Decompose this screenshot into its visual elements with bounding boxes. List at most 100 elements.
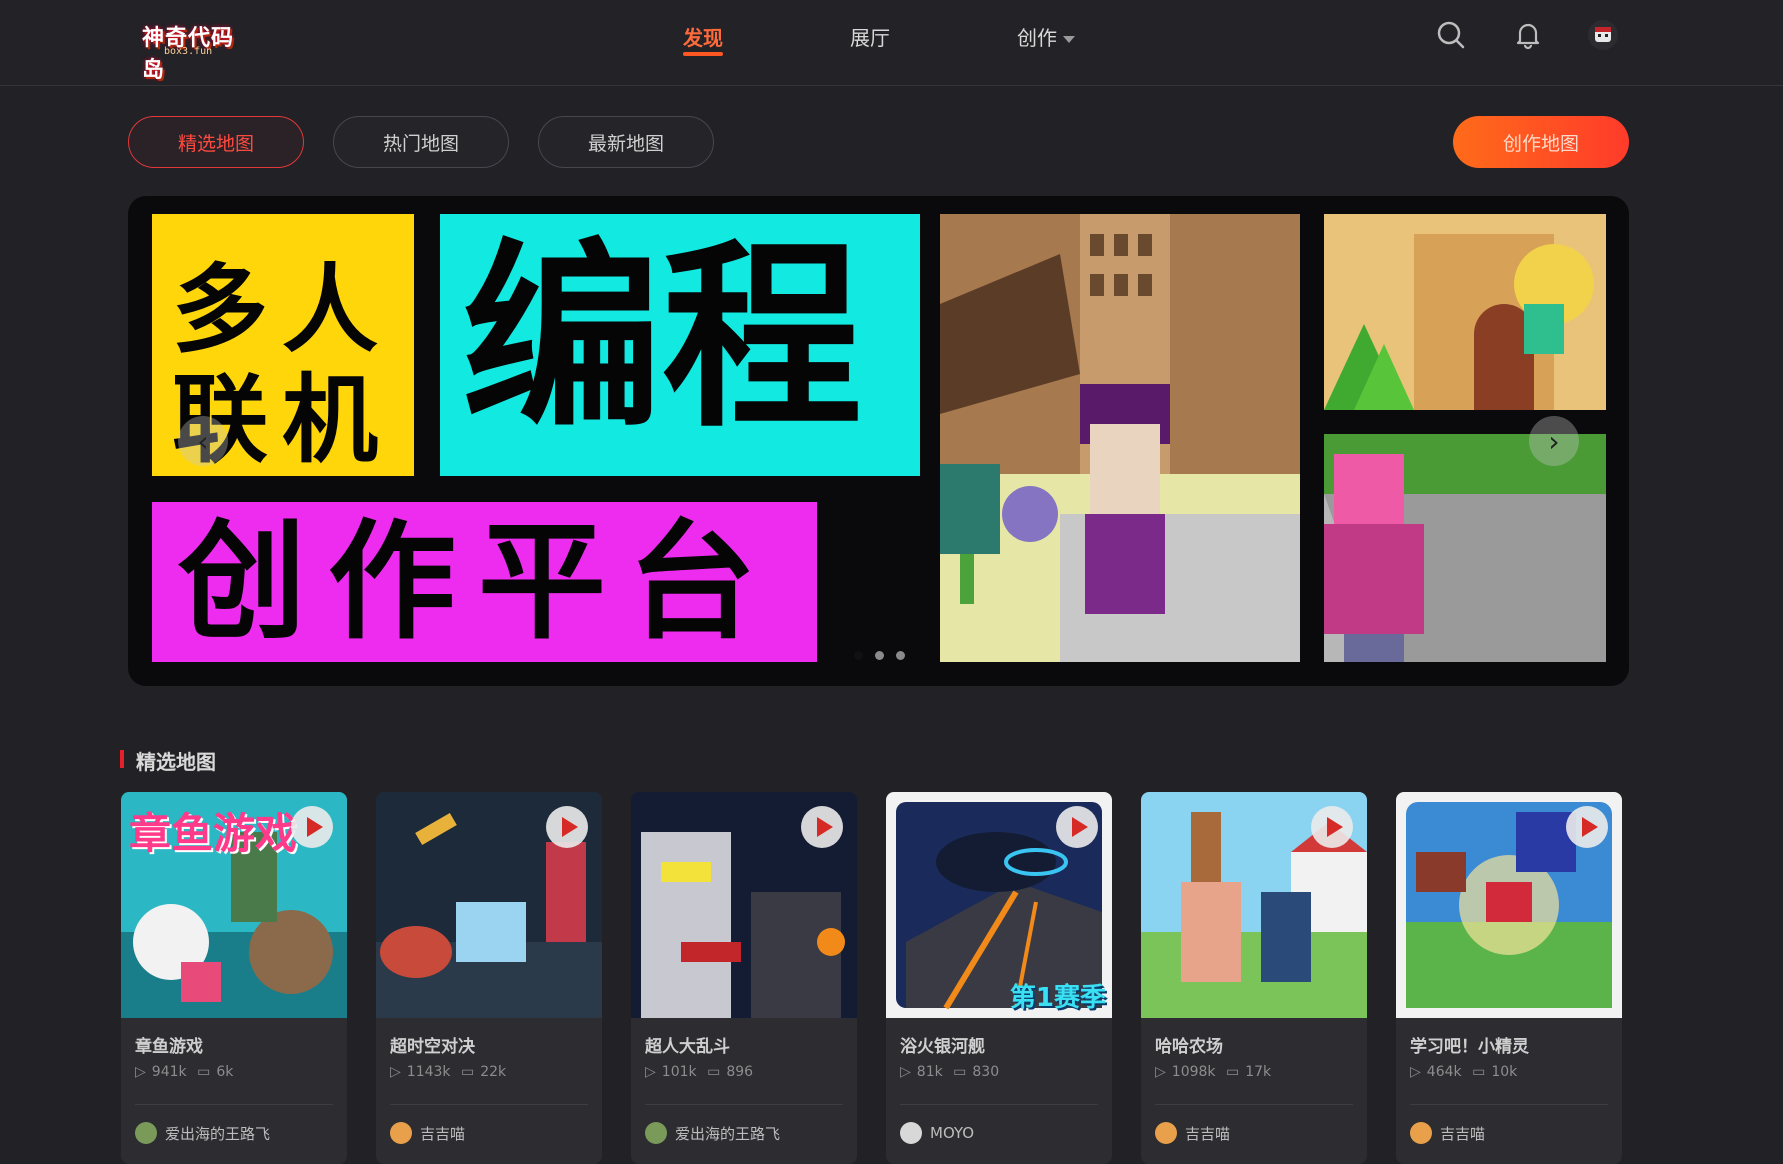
- carousel-next-button[interactable]: ›: [1529, 416, 1579, 466]
- map-card[interactable]: 学习吧！小精灵 ▷ 464k ▭ 10k 吉吉喵: [1396, 792, 1622, 1164]
- comment-count: 10k: [1491, 1064, 1518, 1080]
- play-count: 81k: [916, 1064, 943, 1080]
- divider: [900, 1104, 1098, 1105]
- map-author[interactable]: 吉吉喵: [390, 1122, 465, 1144]
- play-count-icon: ▷: [1410, 1064, 1421, 1080]
- nav-create[interactable]: 创作: [1017, 22, 1075, 51]
- map-title[interactable]: 浴火银河舰: [900, 1032, 985, 1057]
- map-stats: ▷ 101k ▭ 896: [645, 1064, 759, 1080]
- banner-scene-bottom-right: [1324, 434, 1606, 662]
- tab-featured[interactable]: 精选地图: [128, 116, 304, 168]
- map-author[interactable]: 吉吉喵: [1410, 1122, 1485, 1144]
- map-title[interactable]: 章鱼游戏: [135, 1032, 203, 1057]
- divider: [1155, 1104, 1353, 1105]
- user-avatar[interactable]: [1588, 20, 1618, 50]
- comment-count: 6k: [216, 1064, 234, 1080]
- map-stats: ▷ 1143k ▭ 22k: [390, 1064, 512, 1080]
- map-card[interactable]: 超时空对决 ▷ 1143k ▭ 22k 吉吉喵: [376, 792, 602, 1164]
- nav-create-label: 创作: [1017, 26, 1057, 50]
- comment-icon: ▭: [197, 1064, 211, 1080]
- map-title[interactable]: 超人大乱斗: [645, 1032, 730, 1057]
- play-icon[interactable]: [1056, 806, 1098, 848]
- carousel-dot-2[interactable]: [875, 651, 884, 660]
- play-icon[interactable]: [291, 806, 333, 848]
- banner-scene-left: [940, 214, 1300, 662]
- banner-text-bottom: 创作平台: [178, 508, 779, 657]
- map-title[interactable]: 哈哈农场: [1155, 1032, 1223, 1057]
- map-thumbnail: [1396, 792, 1622, 1018]
- map-thumbnail: [1141, 792, 1367, 1018]
- author-avatar: [645, 1122, 667, 1144]
- nav-gallery[interactable]: 展厅: [850, 22, 890, 51]
- banner-scene-top-right: [1324, 214, 1606, 410]
- comment-count: 830: [972, 1064, 1000, 1080]
- map-author[interactable]: MOYO: [900, 1122, 974, 1144]
- play-count: 941k: [151, 1064, 187, 1080]
- comment-icon: ▭: [953, 1064, 967, 1080]
- thumbnail-text: 章鱼游戏: [129, 809, 298, 858]
- tab-popular[interactable]: 热门地图: [333, 116, 509, 168]
- carousel-dot-1[interactable]: [854, 651, 863, 660]
- banner-pink-block: 创作平台: [152, 502, 817, 662]
- map-card[interactable]: 第1赛季 浴火银河舰 ▷ 81k ▭ 830 MOYO: [886, 792, 1112, 1164]
- nav-discover[interactable]: 发现: [683, 22, 723, 51]
- comment-icon: ▭: [1472, 1064, 1486, 1080]
- map-thumbnail: [631, 792, 857, 1018]
- tab-latest[interactable]: 最新地图: [538, 116, 714, 168]
- play-count-icon: ▷: [645, 1064, 656, 1080]
- map-stats: ▷ 1098k ▭ 17k: [1155, 1064, 1277, 1080]
- map-author[interactable]: 爱出海的王路飞: [135, 1122, 270, 1144]
- section-marker: [120, 750, 124, 768]
- map-author[interactable]: 吉吉喵: [1155, 1122, 1230, 1144]
- banner-carousel[interactable]: 多人 联机 编程 创作平台 ‹ ›: [128, 196, 1629, 686]
- author-avatar: [135, 1122, 157, 1144]
- play-icon[interactable]: [801, 806, 843, 848]
- carousel-dots: [854, 645, 917, 664]
- logo-subtext: box3.fun: [164, 46, 213, 57]
- play-count: 464k: [1426, 1064, 1462, 1080]
- map-title[interactable]: 学习吧！小精灵: [1410, 1032, 1529, 1057]
- bell-icon[interactable]: [1511, 18, 1545, 52]
- play-count-icon: ▷: [1155, 1064, 1166, 1080]
- chevron-right-icon: ›: [1548, 424, 1560, 458]
- author-avatar: [390, 1122, 412, 1144]
- comment-icon: ▭: [1225, 1064, 1240, 1080]
- top-bar: 神奇代码岛 box3.fun 发现 展厅 创作: [0, 0, 1783, 86]
- divider: [135, 1104, 333, 1105]
- play-icon[interactable]: [1566, 806, 1608, 848]
- comment-icon: ▭: [707, 1064, 721, 1080]
- map-stats: ▷ 464k ▭ 10k: [1410, 1064, 1523, 1080]
- play-count: 1098k: [1171, 1064, 1216, 1080]
- map-title[interactable]: 超时空对决: [390, 1032, 475, 1057]
- play-count: 1143k: [406, 1064, 451, 1080]
- map-thumbnail: 第1赛季: [886, 792, 1112, 1018]
- map-thumbnail: 章鱼游戏: [121, 792, 347, 1018]
- author-name: 吉吉喵: [1440, 1124, 1486, 1143]
- author-name: 吉吉喵: [1185, 1124, 1231, 1143]
- map-author[interactable]: 爱出海的王路飞: [645, 1122, 780, 1144]
- create-map-button[interactable]: 创作地图: [1453, 116, 1629, 168]
- chevron-left-icon: ‹: [197, 424, 209, 458]
- comment-count: 17k: [1245, 1064, 1272, 1080]
- carousel-dot-3[interactable]: [896, 651, 905, 660]
- author-name: 爱出海的王路飞: [675, 1124, 781, 1143]
- author-avatar: [1155, 1122, 1177, 1144]
- comment-icon: ▭: [460, 1064, 475, 1080]
- play-count-icon: ▷: [900, 1064, 911, 1080]
- map-card[interactable]: 章鱼游戏 章鱼游戏 ▷ 941k ▭ 6k 爱出海的王路飞: [121, 792, 347, 1164]
- map-card[interactable]: 超人大乱斗 ▷ 101k ▭ 896 爱出海的王路飞: [631, 792, 857, 1164]
- nav-active-indicator: [683, 52, 723, 56]
- carousel-prev-button[interactable]: ‹: [178, 416, 228, 466]
- play-icon[interactable]: [1311, 806, 1353, 848]
- logo[interactable]: 神奇代码岛 box3.fun: [136, 18, 256, 83]
- play-count-icon: ▷: [390, 1064, 401, 1080]
- banner-text-big: 编程: [462, 222, 863, 455]
- map-thumbnail: [376, 792, 602, 1018]
- search-icon[interactable]: [1434, 18, 1468, 52]
- comment-count: 22k: [480, 1064, 507, 1080]
- divider: [390, 1104, 588, 1105]
- author-name: 吉吉喵: [420, 1124, 466, 1143]
- play-icon[interactable]: [546, 806, 588, 848]
- map-card[interactable]: 哈哈农场 ▷ 1098k ▭ 17k 吉吉喵: [1141, 792, 1367, 1164]
- map-stats: ▷ 81k ▭ 830: [900, 1064, 1005, 1080]
